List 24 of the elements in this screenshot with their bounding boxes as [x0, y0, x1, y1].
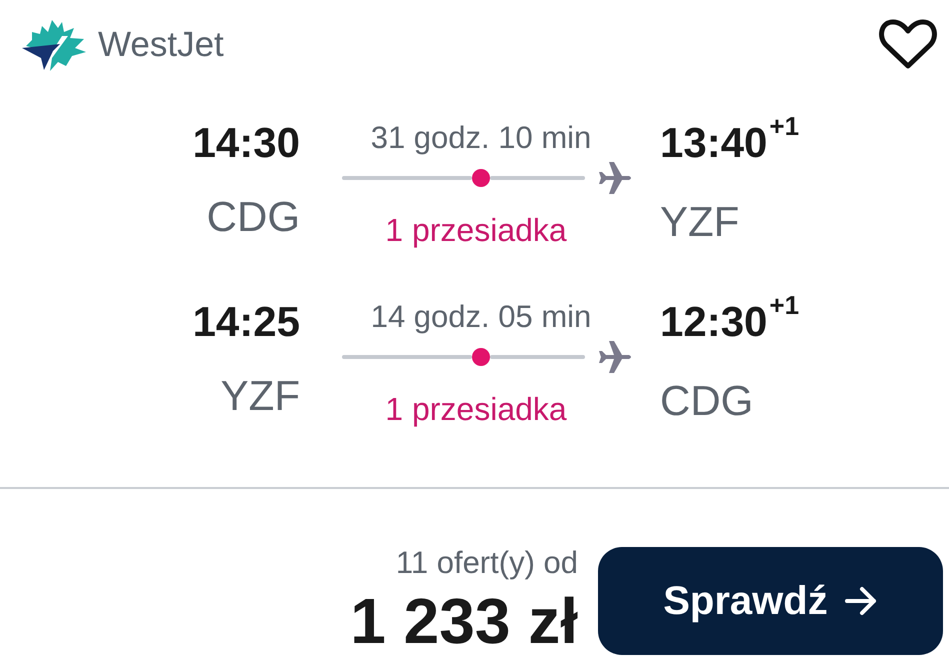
flight-duration: 14 godz. 05 min [370, 298, 592, 336]
departure-airport: YZF [220, 371, 300, 421]
departure-time: 14:25 [192, 297, 300, 347]
arrival-time: 12:30 [660, 298, 768, 345]
heart-icon[interactable] [878, 18, 938, 70]
day-offset: +1 [769, 110, 800, 141]
arrival-time: 13:40 [660, 119, 768, 166]
stop-dot-icon [472, 169, 490, 187]
day-offset: +1 [769, 290, 800, 320]
flight-duration: 31 godz. 10 min [370, 119, 592, 157]
stops-label: 1 przesiadka [384, 211, 568, 250]
price: 1 233 zł [350, 584, 578, 659]
arrow-icon [844, 586, 878, 616]
offers-count: 11 ofert(y) od [394, 544, 578, 582]
arrival-airport: CDG [660, 376, 754, 426]
check-button[interactable]: Sprawdź [598, 547, 943, 655]
stops-label: 1 przesiadka [384, 390, 568, 429]
arrival-airport: YZF [660, 197, 740, 247]
stop-dot-icon [472, 348, 490, 366]
plane-icon [599, 162, 631, 194]
plane-icon [599, 341, 631, 373]
departure-time: 14:30 [192, 118, 300, 168]
airline-name: WestJet [98, 24, 224, 66]
departure-airport: CDG [206, 192, 300, 242]
